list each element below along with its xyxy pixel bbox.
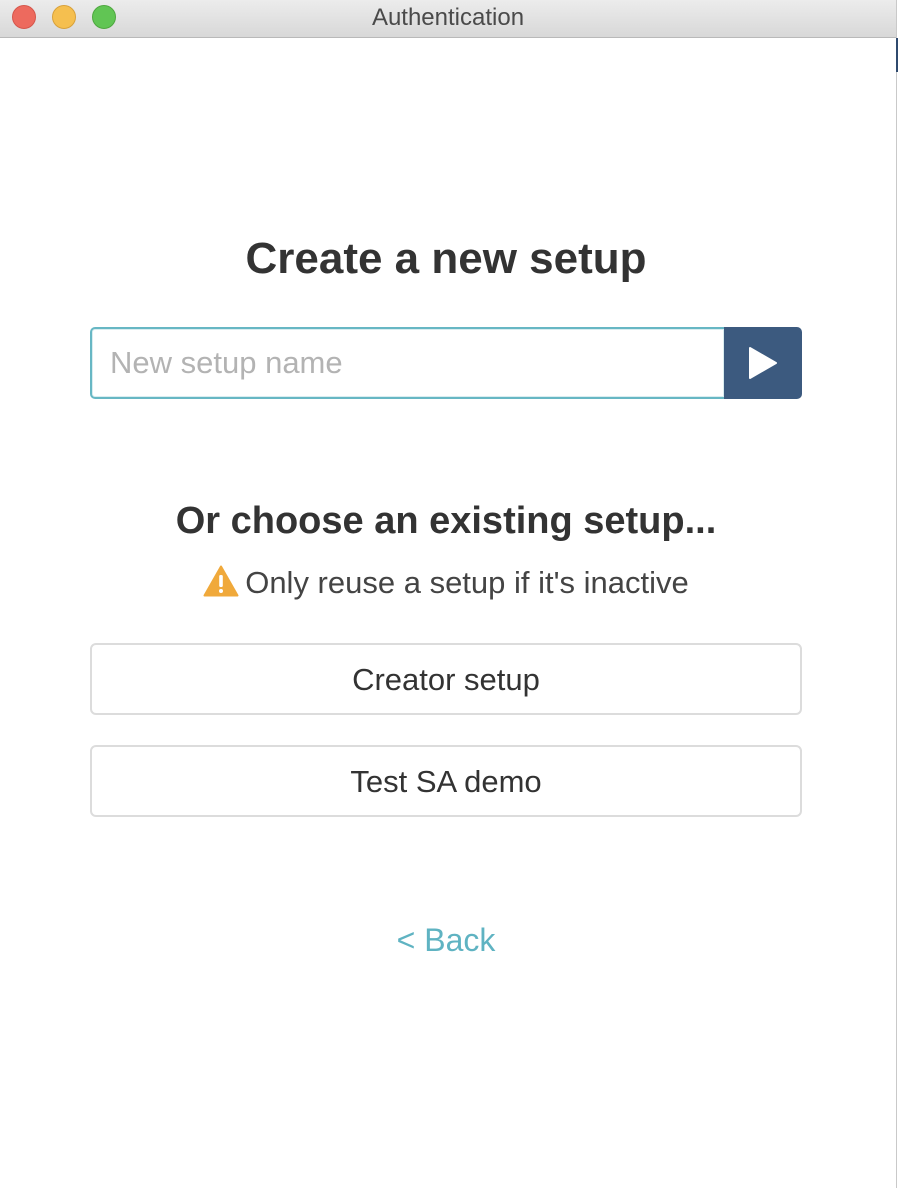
reuse-warning-text: Only reuse a setup if it's inactive (245, 565, 689, 600)
play-triangle-icon (749, 347, 777, 379)
choose-existing-heading: Or choose an existing setup... (175, 500, 717, 542)
create-setup-button[interactable] (724, 327, 802, 399)
reuse-warning: Only reuse a setup if it's inactive (0, 565, 892, 601)
create-setup-heading: Create a new setup (245, 234, 647, 283)
existing-setup-button[interactable]: Creator setup (90, 643, 802, 715)
authentication-window: Authentication Create a new setup Or cho… (0, 0, 897, 1188)
warning-triangle-icon (203, 565, 239, 597)
existing-setup-button[interactable]: Test SA demo (90, 745, 802, 817)
window-title: Authentication (371, 4, 525, 31)
window-titlebar: Authentication (0, 0, 896, 38)
back-link[interactable]: < Back (0, 922, 892, 959)
setup-name-input[interactable] (90, 327, 724, 399)
